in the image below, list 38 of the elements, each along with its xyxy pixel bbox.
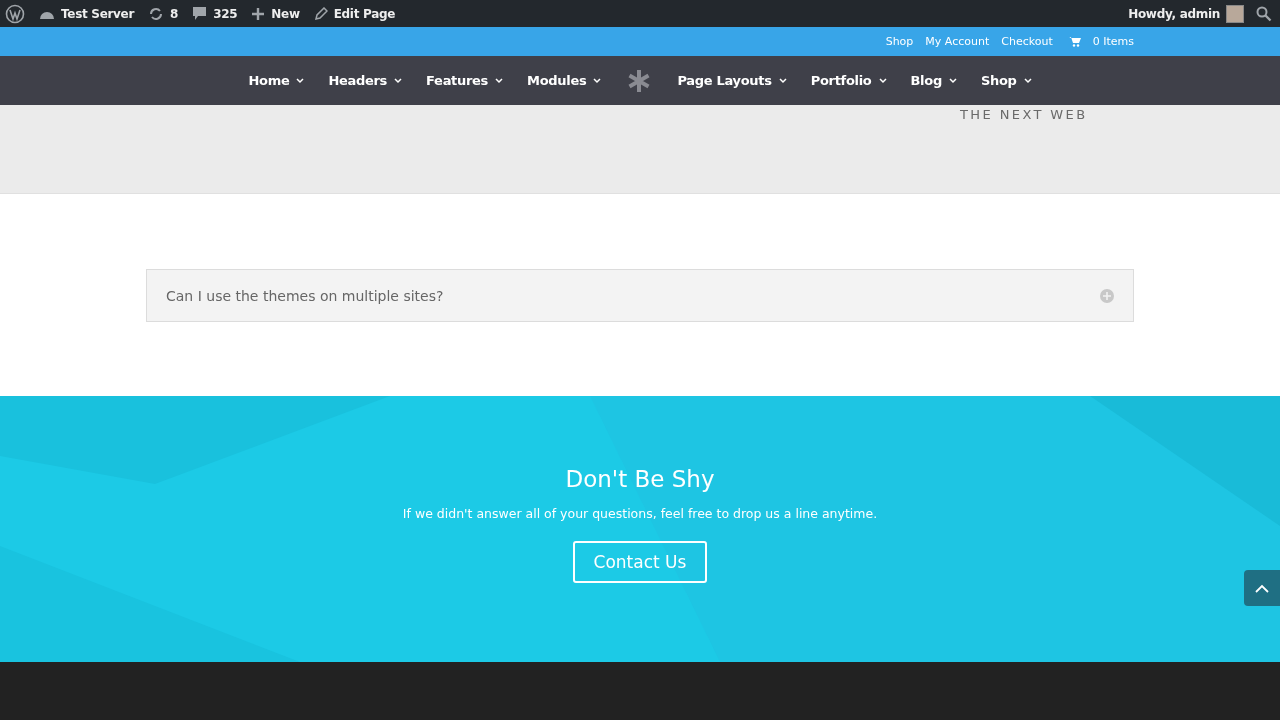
chevron-down-icon [878, 77, 887, 84]
chevron-down-icon [1023, 77, 1032, 84]
nav-item[interactable]: Page Layouts [677, 73, 787, 88]
updates-link[interactable]: 8 [148, 5, 179, 22]
nav-item[interactable]: Modules [527, 73, 602, 88]
site-link[interactable]: Test Server [39, 6, 135, 21]
nav-item[interactable]: Shop [980, 73, 1032, 88]
edit-page-link[interactable]: Edit Page [313, 6, 396, 21]
nav-item[interactable]: Headers [328, 73, 403, 88]
chevron-up-icon [1255, 583, 1269, 593]
accordion-toggle[interactable]: Can I use the themes on multiple sites? [146, 269, 1134, 322]
chevron-down-icon [593, 77, 602, 84]
refresh-icon [148, 5, 165, 22]
account-link[interactable]: Howdy, admin [1128, 6, 1220, 21]
nav-item[interactable]: Blog [910, 73, 957, 88]
nav-item[interactable]: Home [248, 73, 305, 88]
back-to-top-button[interactable] [1244, 570, 1280, 606]
nav-item[interactable]: Portfolio [810, 73, 887, 88]
chevron-down-icon [948, 77, 957, 84]
cta-text: If we didn't answer all of your questions, feel free to drop us a line anytime. [402, 506, 878, 521]
chevron-down-icon [296, 77, 305, 84]
chevron-down-icon [394, 77, 403, 84]
plus-circle-icon [1100, 288, 1114, 303]
plus-icon [251, 6, 266, 21]
chevron-down-icon [778, 77, 787, 84]
cart-icon[interactable] [1068, 36, 1081, 47]
asterisk-logo-icon[interactable] [627, 68, 652, 93]
comment-icon [192, 6, 208, 21]
client-logo-text: THE NEXT WEB [960, 107, 1088, 122]
new-link[interactable]: New [251, 6, 300, 21]
avatar-icon[interactable] [1226, 4, 1244, 23]
chevron-down-icon [495, 77, 504, 84]
comments-link[interactable]: 325 [192, 6, 238, 21]
cta-title: Don't Be Shy [565, 466, 715, 492]
wordpress-logo-icon[interactable] [5, 3, 25, 24]
nav-item[interactable]: Features [426, 73, 504, 88]
pencil-icon [313, 6, 328, 21]
search-icon[interactable] [1256, 5, 1272, 22]
